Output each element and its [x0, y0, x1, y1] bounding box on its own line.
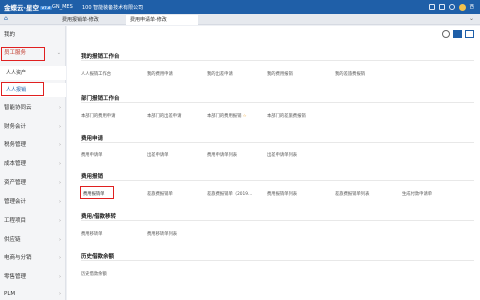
- message-icon[interactable]: [438, 4, 445, 10]
- section-title: 历史借款余额: [81, 254, 115, 260]
- link-my-travel-reimbursement[interactable]: 我的差旅费报销: [335, 71, 365, 77]
- app-logo[interactable]: 金蝶云·星空 V7.6: [0, 2, 52, 12]
- sidebar-item-management-accounting[interactable]: 管理会计 ›: [0, 195, 66, 210]
- link-generate-payment-request[interactable]: 生成付款申请单: [402, 191, 432, 197]
- link-dept-expense-application[interactable]: 本部门的费用申请: [81, 113, 115, 119]
- link-travel-application-form[interactable]: 出差申请单: [147, 152, 168, 158]
- link-historical-loan-balance[interactable]: 历史借款余额: [81, 271, 107, 277]
- link-expense-application-list[interactable]: 费用申请单列表: [207, 152, 237, 158]
- link-expense-application-form[interactable]: 费用申请单: [81, 152, 102, 158]
- help-icon[interactable]: [448, 4, 455, 10]
- link-reimbursement-workbench[interactable]: 人人报销工作台: [81, 71, 111, 77]
- section-title: 费用报销: [81, 174, 104, 180]
- section-title: 部门报销工作台: [81, 96, 120, 102]
- avatar[interactable]: [458, 3, 466, 11]
- link-travel-reimbursement-2019[interactable]: 差旅费报销单（2019…: [207, 191, 252, 197]
- link-expense-reimbursement-list[interactable]: 费用报销单列表: [267, 191, 297, 197]
- sidebar-item-plm[interactable]: PLM ›: [0, 287, 66, 300]
- section-title: 费用/借款移转: [81, 214, 117, 220]
- link-my-travel-application[interactable]: 我的出差申请: [207, 71, 233, 77]
- highlight-box-reimbursement: [1, 82, 44, 96]
- main-content: 我的报销工作台 人人报销工作台 我的费用申请 我的出差申请 我的费用报销 我的差…: [67, 26, 480, 300]
- sidebar: 我的 员工服务 ⌄ 人人资产 人人报销 智能协同云 › 财务会计 › 税务管理 › 成本…: [0, 26, 66, 300]
- divider: [81, 102, 474, 103]
- sidebar-item-collaboration[interactable]: 智能协同云 ›: [0, 101, 66, 116]
- tab-menu-icon[interactable]: ⌄: [469, 16, 474, 22]
- section-title: 我的报销工作台: [81, 54, 120, 60]
- link-expense-transfer-form[interactable]: 费用移转单: [81, 231, 102, 237]
- organization-selector[interactable]: 100 智能装备技术有限公司: [82, 4, 429, 11]
- link-dept-expense-reimbursement[interactable]: 本部门的费用报销 ☆: [207, 113, 247, 119]
- sidebar-item-supply-chain[interactable]: 供应链 ›: [0, 233, 66, 248]
- user-name[interactable]: 西: [470, 4, 475, 10]
- grid-view-icon[interactable]: [465, 30, 474, 38]
- version-badge: V7.6: [39, 6, 52, 10]
- sidebar-item-retail[interactable]: 零售管理 ›: [0, 270, 66, 285]
- divider: [81, 142, 474, 143]
- link-expense-transfer-list[interactable]: 费用移转单列表: [147, 231, 177, 237]
- home-icon[interactable]: ⌂: [4, 16, 11, 22]
- sidebar-item-finance[interactable]: 财务会计 ›: [0, 120, 66, 135]
- tab-expense-application[interactable]: 费用申请单-修改: [126, 15, 198, 25]
- top-bar: 金蝶云·星空 V7.6 GN_MES 100 智能装备技术有限公司 西: [0, 0, 480, 14]
- chevron-down-icon: ⌄: [56, 50, 61, 56]
- highlight-box-employee-service: [1, 47, 45, 61]
- link-dept-travel-reimbursement[interactable]: 本部门的差旅费报销: [267, 113, 306, 119]
- favorite-icon[interactable]: ☆: [243, 114, 247, 119]
- highlight-box-expense-reimbursement: [80, 186, 114, 199]
- sidebar-item-ecommerce[interactable]: 电商与分销 ›: [0, 251, 66, 266]
- settings-icon[interactable]: [442, 30, 450, 38]
- link-travel-application-list[interactable]: 出差申请单列表: [267, 152, 297, 158]
- divider: [81, 260, 474, 261]
- sidebar-item-mine[interactable]: 我的: [0, 28, 66, 43]
- link-travel-reimbursement-list[interactable]: 差旅费报销单列表: [335, 191, 369, 197]
- link-dept-travel-application[interactable]: 本部门的出差申请: [147, 113, 181, 119]
- sidebar-item-projects[interactable]: 工程项目 ›: [0, 214, 66, 229]
- tab-expense-reimbursement[interactable]: 费用报销单-修改: [58, 15, 126, 25]
- sidebar-item-assets[interactable]: 人人资产: [0, 66, 66, 80]
- section-title: 费用申请: [81, 136, 104, 142]
- divider: [81, 60, 474, 61]
- divider: [81, 220, 474, 221]
- environment-label[interactable]: GN_MES: [52, 4, 82, 10]
- sidebar-item-assets-mgmt[interactable]: 资产管理 ›: [0, 176, 66, 191]
- divider: [81, 180, 474, 181]
- link-travel-reimbursement-form[interactable]: 差旅费报销单: [147, 191, 173, 197]
- search-icon[interactable]: [428, 4, 435, 10]
- link-my-expense-reimbursement[interactable]: 我的费用报销: [267, 71, 293, 77]
- sidebar-item-tax[interactable]: 税务管理 ›: [0, 138, 66, 153]
- link-my-expense-application[interactable]: 我的费用申请: [147, 71, 173, 77]
- list-view-icon[interactable]: [453, 30, 462, 38]
- tab-bar: ⌂ 费用报销单-修改 费用申请单-修改 ⌄: [0, 14, 480, 25]
- sidebar-item-cost[interactable]: 成本管理 ›: [0, 157, 66, 172]
